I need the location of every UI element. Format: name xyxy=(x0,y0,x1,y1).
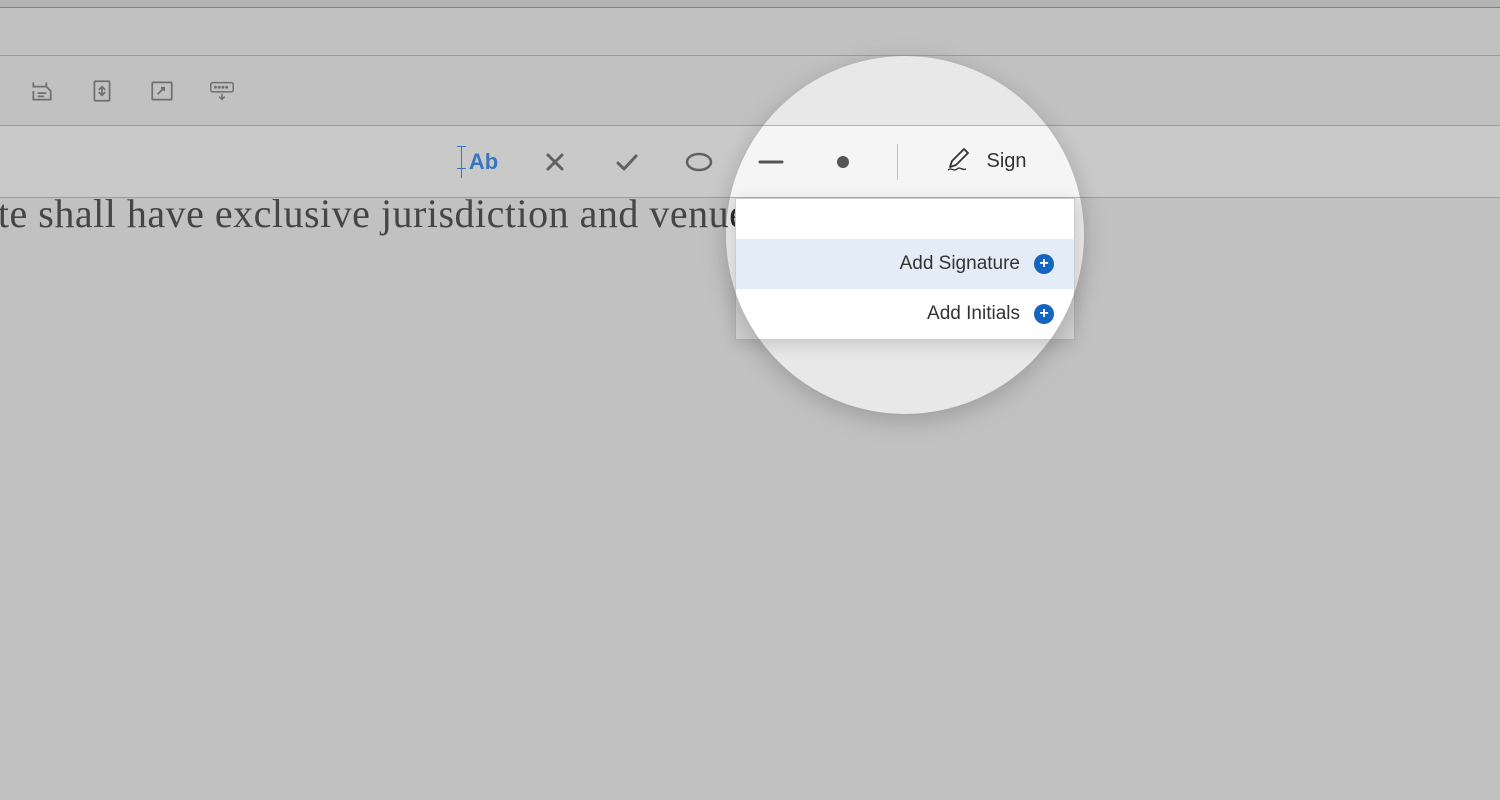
fit-page-icon[interactable] xyxy=(88,77,116,105)
view-toolbar xyxy=(0,56,1500,126)
add-initials-item[interactable]: Add Initials + xyxy=(736,289,1074,339)
toolbar-divider xyxy=(897,144,898,180)
document-body-text: state shall have exclusive jurisdiction … xyxy=(0,190,747,237)
sign-dropdown-menu: Add Signature + Add Initials + xyxy=(735,198,1075,340)
fill-sign-toolbar: Ab Sign xyxy=(0,126,1500,198)
dot-tool[interactable] xyxy=(825,144,861,180)
add-signature-label: Add Signature xyxy=(900,253,1020,275)
sign-pen-icon xyxy=(942,145,974,179)
plus-icon: + xyxy=(1034,254,1054,274)
add-signature-item[interactable]: Add Signature + xyxy=(736,239,1074,289)
add-text-tool[interactable]: Ab xyxy=(465,144,501,180)
check-mark-tool[interactable] xyxy=(609,144,645,180)
add-initials-label: Add Initials xyxy=(927,303,1020,325)
save-icon[interactable] xyxy=(28,77,56,105)
sign-label: Sign xyxy=(986,150,1026,173)
sign-button[interactable]: Sign xyxy=(934,145,1034,179)
window-top-edge xyxy=(0,0,1500,8)
keyboard-down-icon[interactable] xyxy=(208,77,236,105)
circle-tool[interactable] xyxy=(681,144,717,180)
plus-icon: + xyxy=(1034,304,1054,324)
main-toolbar xyxy=(0,8,1500,56)
dropdown-header-space xyxy=(736,199,1074,239)
cross-mark-tool[interactable] xyxy=(537,144,573,180)
fullscreen-icon[interactable] xyxy=(148,77,176,105)
line-tool[interactable] xyxy=(753,144,789,180)
